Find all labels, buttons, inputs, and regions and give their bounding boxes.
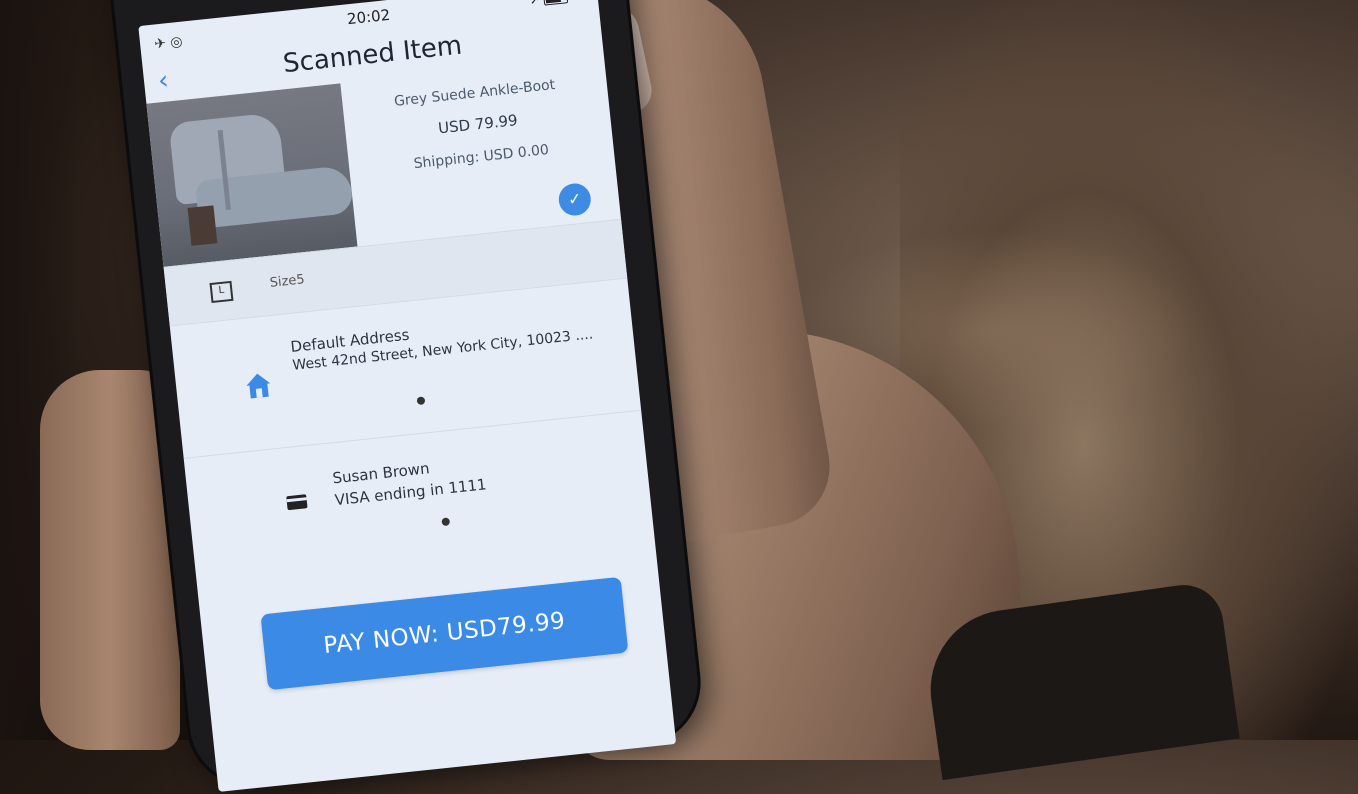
phone-container: ✈ ◎ 20:02 ➚ ‹ Scanned Item — [0, 0, 1358, 792]
location-icon: ➚ — [529, 0, 540, 7]
phone-screen: ✈ ◎ 20:02 ➚ ‹ Scanned Item — [138, 0, 677, 792]
checkmark-icon: ✓ — [567, 188, 583, 210]
pay-now-button[interactable]: PAY NOW: USD79.99 — [260, 576, 629, 691]
boot-heel — [187, 205, 218, 246]
product-info: Grey Suede Ankle-Boot USD 79.99 Shipping… — [340, 56, 621, 247]
address-indicator-dot — [416, 396, 426, 406]
credit-card-icon — [286, 494, 308, 511]
size-label: Size5 — [269, 272, 306, 291]
home-icon — [246, 373, 271, 399]
payment-indicator-dot — [441, 517, 451, 527]
phone-device: ✈ ◎ 20:02 ➚ ‹ Scanned Item — [106, 0, 704, 792]
product-image — [146, 83, 358, 267]
size-icon: L — [209, 280, 234, 304]
